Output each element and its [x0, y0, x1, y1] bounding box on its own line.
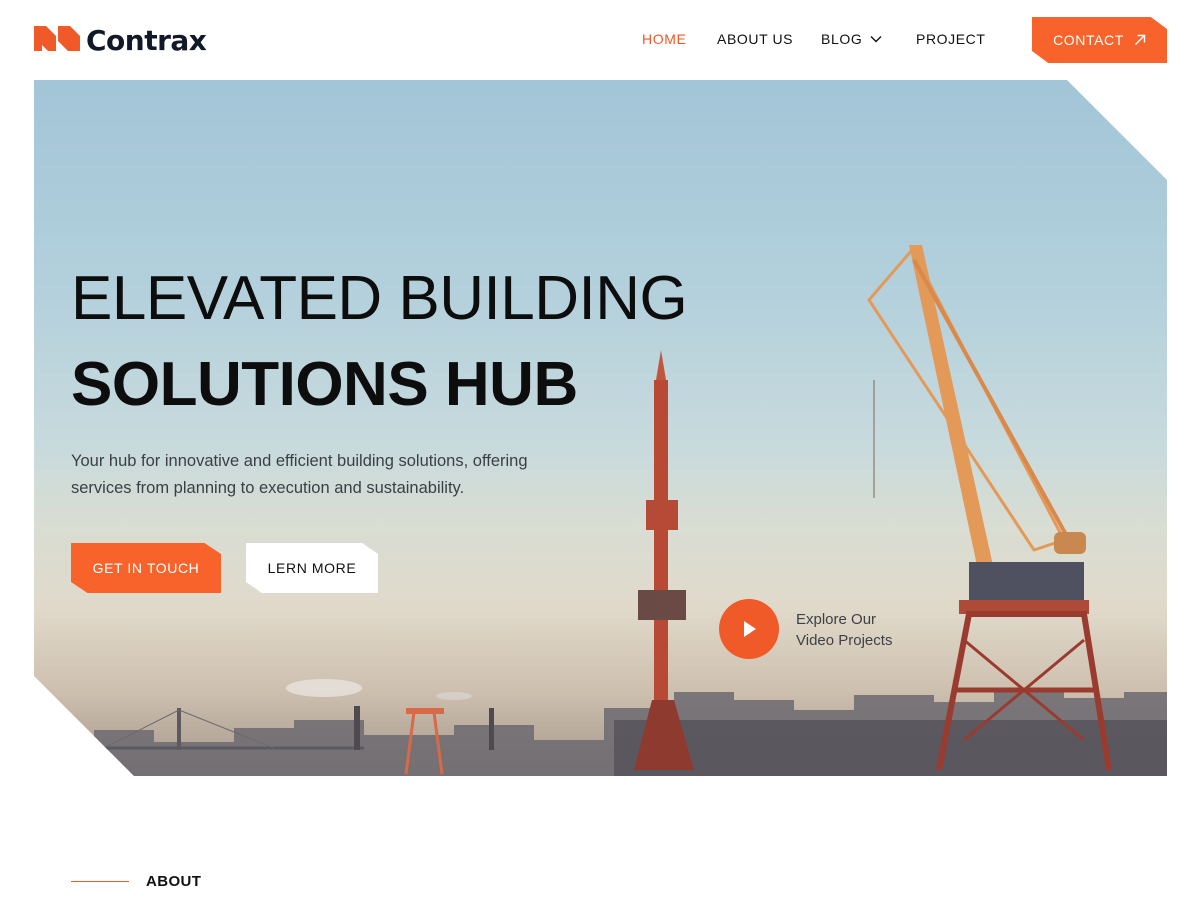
contact-button[interactable]: CONTACT — [1032, 17, 1167, 63]
about-label: ABOUT — [146, 873, 202, 890]
chevron-down-icon — [870, 36, 882, 43]
hero-background-image — [34, 245, 1167, 776]
about-section-heading: ABOUT — [71, 873, 201, 890]
main-nav: HOME ABOUT US BLOG PROJECT — [0, 31, 1200, 51]
hero-description: Your hub for innovative and efficient bu… — [71, 452, 528, 497]
site-header: Contrax HOME ABOUT US BLOG PROJECT CONTA… — [0, 0, 1200, 80]
get-in-touch-button[interactable]: GET IN TOUCH — [71, 543, 221, 593]
hero-title-line-2: SOLUTIONS HUB — [71, 350, 578, 419]
nav-about-us[interactable]: ABOUT US — [717, 31, 793, 47]
nav-blog[interactable]: BLOG — [821, 31, 882, 47]
nav-home[interactable]: HOME — [642, 31, 686, 47]
nav-blog-label: BLOG — [821, 31, 863, 47]
play-video-button[interactable] — [719, 599, 779, 659]
play-icon — [744, 621, 756, 637]
contact-button-label: CONTACT — [1053, 32, 1124, 48]
hero-title-line-1: ELEVATED BUILDING — [71, 264, 688, 333]
about-divider-line — [71, 881, 129, 882]
arrow-up-right-icon — [1134, 34, 1146, 45]
hero-section: ELEVATED BUILDING SOLUTIONS HUB Your hub… — [34, 80, 1167, 776]
video-label-line-2: Video Projects — [796, 632, 893, 649]
learn-more-label: LERN MORE — [267, 560, 357, 576]
nav-project[interactable]: PROJECT — [916, 31, 986, 47]
video-label-line-1: Explore Our — [796, 611, 877, 628]
learn-more-button[interactable]: LERN MORE — [246, 543, 378, 593]
get-in-touch-label: GET IN TOUCH — [92, 560, 200, 576]
video-projects-label[interactable]: Explore Our Video Projects — [796, 609, 936, 651]
